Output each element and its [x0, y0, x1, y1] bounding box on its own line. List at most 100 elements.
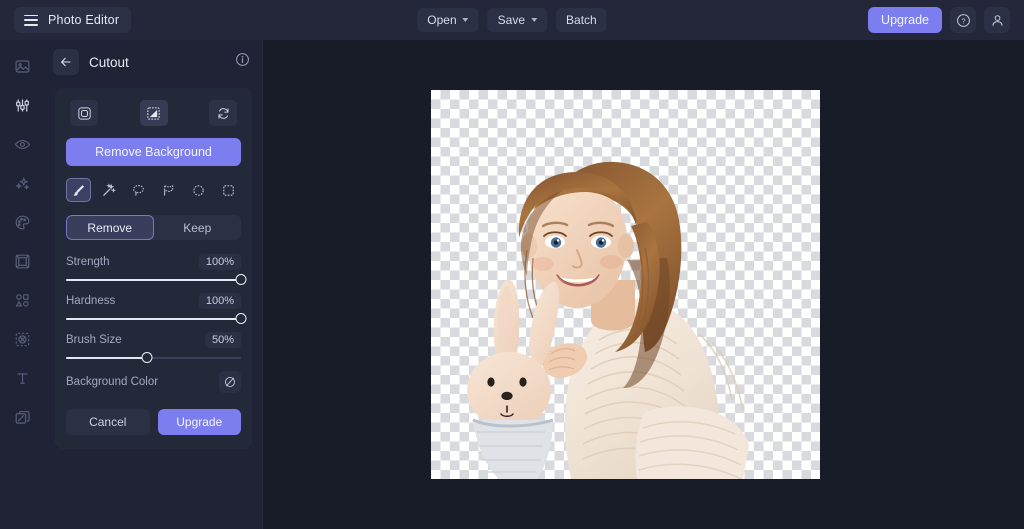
sidebar-item-image[interactable]	[8, 52, 38, 80]
panel-action-row: Cancel Upgrade	[66, 409, 241, 435]
user-avatar-icon	[991, 14, 1003, 26]
cancel-button[interactable]: Cancel	[66, 409, 150, 435]
cutout-icon	[15, 332, 30, 346]
open-button[interactable]: Open	[417, 8, 479, 32]
tool-polygon-lasso-button[interactable]	[156, 178, 181, 202]
strength-slider-track[interactable]	[66, 273, 247, 285]
view-mode-original-button[interactable]	[70, 100, 98, 126]
hamburger-icon	[24, 14, 38, 26]
sliders-icon	[16, 99, 29, 111]
tool-magic-wand-button[interactable]	[96, 178, 121, 202]
canvas-stage[interactable]	[264, 40, 1024, 529]
cheek-right	[600, 255, 622, 269]
cutout-canvas[interactable]	[431, 90, 820, 479]
sidebar-item-color[interactable]	[8, 208, 38, 236]
save-label: Save	[497, 13, 526, 27]
hardness-slider-fill	[66, 318, 241, 320]
hardness-slider-track[interactable]	[66, 312, 247, 324]
back-button[interactable]	[53, 49, 79, 75]
brush-size-label: Brush Size	[66, 334, 122, 346]
selection-tools-row	[66, 178, 241, 202]
svg-text:?: ?	[961, 17, 965, 25]
rect-marquee-icon	[223, 184, 234, 196]
sidebar-item-adjust[interactable]	[8, 91, 38, 119]
account-button[interactable]	[984, 7, 1010, 33]
strength-slider-thumb[interactable]	[235, 273, 247, 285]
tool-ellipse-select-button[interactable]	[186, 178, 211, 202]
polygon-lasso-icon	[164, 184, 174, 196]
info-button[interactable]	[235, 52, 250, 72]
text-t-icon	[17, 372, 28, 384]
brush-size-slider-block: Brush Size 50%	[66, 332, 241, 363]
eye-icon	[14, 139, 31, 149]
sparkles-icon	[15, 176, 30, 190]
sidebar-item-effects[interactable]	[8, 169, 38, 197]
panel-title: Cutout	[89, 54, 129, 70]
background-color-swatch[interactable]	[219, 371, 241, 393]
panel-upgrade-button[interactable]: Upgrade	[157, 409, 241, 435]
tool-lasso-button[interactable]	[126, 178, 151, 202]
view-mode-mask-button[interactable]	[139, 100, 168, 126]
plush-bunny	[467, 279, 559, 479]
no-color-transparent-icon	[224, 376, 236, 388]
subject-image	[467, 161, 749, 479]
segment-keep-button[interactable]: Keep	[154, 215, 242, 240]
shapes-icon	[15, 293, 29, 307]
view-mode-reset-button[interactable]	[209, 100, 237, 126]
brush-size-slider-header: Brush Size 50%	[66, 332, 241, 348]
strength-slider-block: Strength 100%	[66, 254, 247, 285]
batch-button[interactable]: Batch	[556, 8, 607, 32]
sidebar-item-retouch[interactable]	[8, 130, 38, 158]
ellipse-marquee-icon	[193, 184, 204, 196]
upgrade-button[interactable]: Upgrade	[868, 7, 942, 33]
info-circle-icon	[236, 53, 249, 66]
cheek-left	[532, 257, 554, 271]
palette-icon	[15, 215, 30, 229]
question-mark-circle-icon: ?	[956, 13, 970, 27]
hardness-label: Hardness	[66, 295, 116, 307]
tool-rect-select-button[interactable]	[216, 178, 241, 202]
panel-header: Cutout	[45, 40, 262, 84]
hardness-slider-header: Hardness 100%	[66, 293, 241, 309]
app-title: Photo Editor	[48, 13, 120, 27]
app-menu-button[interactable]: Photo Editor	[14, 7, 132, 33]
hardness-slider-thumb[interactable]	[235, 312, 247, 324]
tool-brush-button[interactable]	[66, 178, 91, 202]
hardness-slider-block: Hardness 100%	[66, 293, 247, 324]
background-color-label: Background Color	[66, 376, 159, 388]
tool-rail	[0, 40, 45, 529]
sidebar-item-shapes[interactable]	[8, 286, 38, 314]
hardness-value: 100%	[198, 293, 241, 309]
refresh-icon	[218, 107, 228, 119]
layers-icon	[15, 410, 30, 424]
lasso-icon	[133, 184, 144, 196]
file-actions-group: Open Save Batch	[417, 8, 607, 32]
sidebar-item-cutout[interactable]	[8, 325, 38, 353]
strength-slider-header: Strength 100%	[66, 254, 241, 270]
brush-size-slider-fill	[66, 357, 147, 359]
strength-slider-fill	[66, 279, 241, 281]
cutout-controls-card: Remove Background Remove Keep Strength 1…	[55, 88, 252, 449]
strength-value: 100%	[198, 254, 241, 270]
batch-label: Batch	[566, 13, 597, 27]
strength-label: Strength	[66, 256, 110, 268]
magic-wand-icon	[103, 182, 116, 196]
sidebar-item-layers[interactable]	[8, 403, 38, 431]
remove-keep-segmented-control: Remove Keep	[66, 215, 241, 240]
save-button[interactable]: Save	[487, 8, 548, 32]
transparency-mask-icon	[147, 106, 160, 120]
sidebar-item-frame[interactable]	[8, 247, 38, 275]
sweater-arm	[635, 406, 749, 479]
brush-size-slider-thumb[interactable]	[141, 351, 152, 363]
chevron-down-icon	[462, 18, 469, 22]
segment-remove-button[interactable]: Remove	[66, 215, 154, 240]
sidebar-item-text[interactable]	[8, 364, 38, 392]
account-actions-group: Upgrade ?	[868, 7, 1010, 33]
original-image-icon	[77, 106, 91, 120]
help-button[interactable]: ?	[950, 7, 976, 33]
remove-background-button[interactable]: Remove Background	[66, 138, 241, 166]
open-label: Open	[427, 13, 457, 27]
brush-size-slider-track[interactable]	[66, 351, 241, 363]
view-mode-row	[66, 100, 241, 126]
chevron-down-icon	[531, 18, 538, 22]
